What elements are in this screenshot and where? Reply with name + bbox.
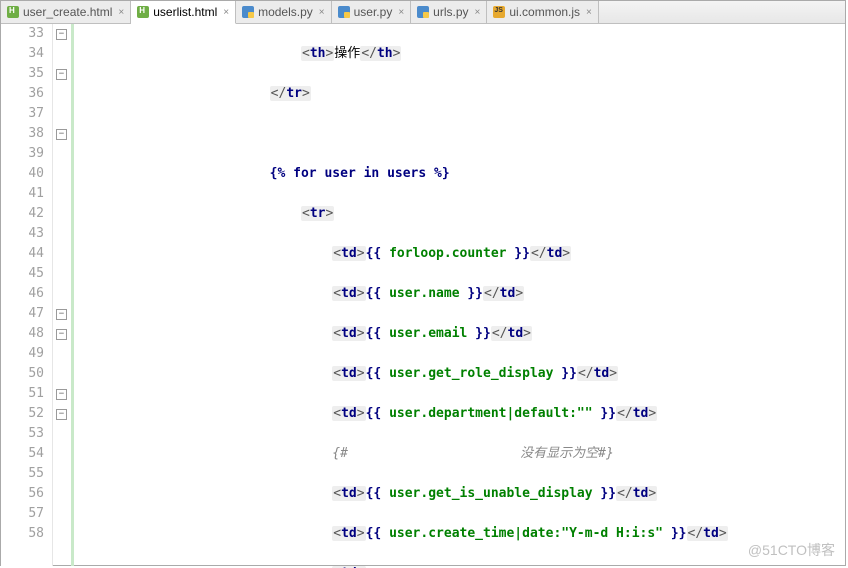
tab-label: urls.py xyxy=(433,5,468,19)
line-number: 58 xyxy=(1,524,44,544)
file-python-icon xyxy=(338,6,350,18)
line-number: 49 xyxy=(1,344,44,364)
code-comment: 没有显示为空#} xyxy=(520,446,614,461)
line-number: 51 xyxy=(1,384,44,404)
file-js-icon xyxy=(493,6,505,18)
line-number: 55 xyxy=(1,464,44,484)
fold-marker-icon[interactable]: − xyxy=(56,389,67,400)
close-icon[interactable]: × xyxy=(118,7,124,18)
tab-label: user_create.html xyxy=(23,5,112,19)
file-python-icon xyxy=(417,6,429,18)
code-text: user.get_is_unable_display xyxy=(389,486,593,501)
tab-label: user.py xyxy=(354,5,393,19)
line-number: 57 xyxy=(1,504,44,524)
code-text: user.name xyxy=(389,286,459,301)
line-number: 33 xyxy=(1,24,44,44)
tab-userlist-html[interactable]: userlist.html × xyxy=(131,1,236,24)
close-icon[interactable]: × xyxy=(223,7,229,18)
line-number: 44 xyxy=(1,244,44,264)
line-number: 34 xyxy=(1,44,44,64)
file-html-icon xyxy=(137,6,149,18)
code-editor[interactable]: 3334353637383940414243444546474849505152… xyxy=(1,24,845,566)
line-number-gutter: 3334353637383940414243444546474849505152… xyxy=(1,24,53,566)
code-text: user.department|default:"" xyxy=(389,406,593,421)
tab-bar: user_create.html × userlist.html × model… xyxy=(1,1,845,24)
code-text: for user in users xyxy=(293,166,426,181)
line-number: 41 xyxy=(1,184,44,204)
code-text: forloop.counter xyxy=(389,246,506,261)
code-comment: {# xyxy=(332,446,348,461)
line-number: 45 xyxy=(1,264,44,284)
close-icon[interactable]: × xyxy=(398,7,404,18)
code-area[interactable]: <th>操作</th> </tr> {% for user in users %… xyxy=(74,24,845,566)
tab-label: models.py xyxy=(258,5,313,19)
tab-label: ui.common.js xyxy=(509,5,580,19)
tab-ui-common-js[interactable]: ui.common.js × xyxy=(487,1,599,23)
fold-marker-icon[interactable]: − xyxy=(56,29,67,40)
file-python-icon xyxy=(242,6,254,18)
line-number: 56 xyxy=(1,484,44,504)
close-icon[interactable]: × xyxy=(319,7,325,18)
line-number: 35 xyxy=(1,64,44,84)
fold-marker-icon[interactable]: − xyxy=(56,409,67,420)
close-icon[interactable]: × xyxy=(586,7,592,18)
code-text: user.email xyxy=(389,326,467,341)
watermark: @51CTO博客 xyxy=(748,540,835,560)
line-number: 42 xyxy=(1,204,44,224)
fold-marker-icon[interactable]: − xyxy=(56,69,67,80)
close-icon[interactable]: × xyxy=(475,7,481,18)
code-text: user.get_role_display xyxy=(389,366,553,381)
line-number: 48 xyxy=(1,324,44,344)
line-number: 50 xyxy=(1,364,44,384)
line-number: 38 xyxy=(1,124,44,144)
tab-label: userlist.html xyxy=(153,5,217,19)
tab-user-py[interactable]: user.py × xyxy=(332,1,412,23)
line-number: 46 xyxy=(1,284,44,304)
fold-marker-icon[interactable]: − xyxy=(56,329,67,340)
fold-marker-icon[interactable]: − xyxy=(56,309,67,320)
code-text: user.create_time|date:"Y-m-d H:i:s" xyxy=(389,526,663,541)
fold-column: − − − − − − − xyxy=(53,24,74,566)
line-number: 37 xyxy=(1,104,44,124)
file-html-icon xyxy=(7,6,19,18)
line-number: 52 xyxy=(1,404,44,424)
line-number: 39 xyxy=(1,144,44,164)
line-number: 53 xyxy=(1,424,44,444)
line-number: 47 xyxy=(1,304,44,324)
tab-urls-py[interactable]: urls.py × xyxy=(411,1,487,23)
fold-marker-icon[interactable]: − xyxy=(56,129,67,140)
line-number: 36 xyxy=(1,84,44,104)
line-number: 54 xyxy=(1,444,44,464)
ide-window: user_create.html × userlist.html × model… xyxy=(0,0,846,566)
line-number: 43 xyxy=(1,224,44,244)
line-number: 40 xyxy=(1,164,44,184)
code-text: 操作 xyxy=(334,46,360,61)
tab-models-py[interactable]: models.py × xyxy=(236,1,332,23)
tab-user-create-html[interactable]: user_create.html × xyxy=(1,1,131,23)
